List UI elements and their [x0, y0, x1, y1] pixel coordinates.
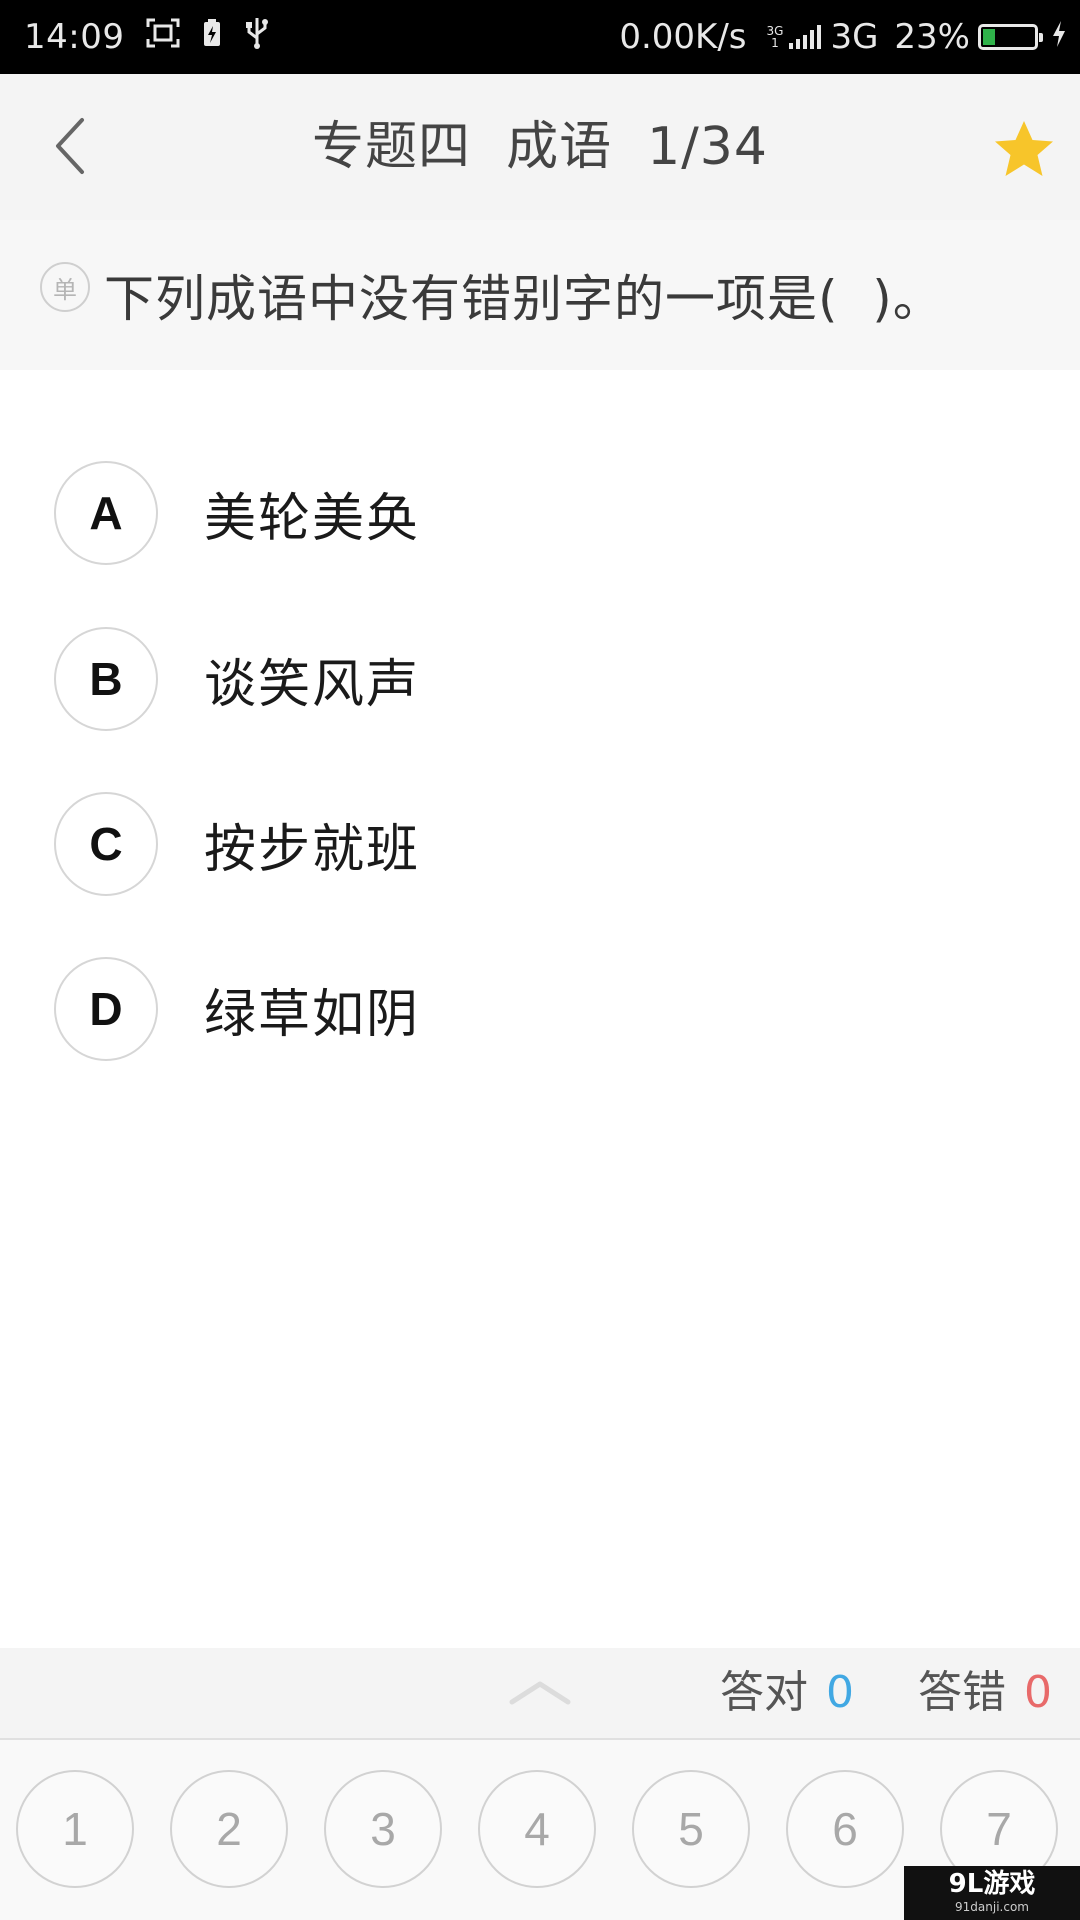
option-b[interactable]: B 谈笑风声	[54, 626, 420, 732]
correct-score: 答对 0	[720, 1648, 854, 1738]
page-title: 专题四 成语 1/34	[312, 117, 768, 177]
option-text: 绿草如阴	[204, 984, 421, 1045]
option-text: 谈笑风声	[204, 654, 421, 715]
question-number-button[interactable]: 1	[16, 1770, 134, 1888]
option-letter: B	[54, 627, 158, 731]
data-activity-indicator: 3G 1	[767, 25, 784, 49]
question-number-button[interactable]: 6	[786, 1770, 904, 1888]
watermark-url: 91danji.com	[955, 1900, 1029, 1914]
option-letter: D	[54, 957, 158, 1061]
status-right: 0.00K/s 3G 1 3G 23%	[619, 17, 1066, 57]
option-c[interactable]: C 按步就班	[54, 791, 420, 897]
battery-percent: 23%	[894, 17, 970, 57]
usb-icon	[244, 16, 270, 59]
watermark: 9L游戏 91danji.com	[904, 1866, 1080, 1920]
screenshot-icon	[146, 17, 180, 57]
header: 专题四 成语 1/34	[0, 74, 1080, 220]
option-letter: C	[54, 792, 158, 896]
option-letter: A	[54, 461, 158, 565]
favorite-button[interactable]	[992, 118, 1056, 182]
data-sim-label: 1	[771, 36, 779, 50]
option-text: 按步就班	[204, 819, 421, 880]
wrong-score: 答错 0	[918, 1648, 1052, 1738]
battery-saver-icon	[202, 17, 222, 57]
battery-fill	[983, 29, 995, 45]
watermark-logo: 9L游戏	[948, 1869, 1036, 1899]
question-text: 下列成语中没有错别字的一项是( )。	[104, 270, 944, 328]
question-number-button[interactable]: 2	[170, 1770, 288, 1888]
battery-icon	[978, 24, 1043, 50]
question-number-button[interactable]: 3	[324, 1770, 442, 1888]
status-left: 14:09	[24, 16, 270, 59]
wrong-count: 0	[1024, 1667, 1052, 1718]
network-type: 3G	[830, 17, 879, 57]
question-number-button[interactable]: 5	[632, 1770, 750, 1888]
expand-answer-sheet-button[interactable]	[508, 1672, 572, 1712]
answer-sheet-bar: 答对 0 答错 0	[0, 1648, 1080, 1740]
question-number-button[interactable]: 4	[478, 1770, 596, 1888]
option-a[interactable]: A 美轮美奂	[54, 460, 420, 566]
option-d[interactable]: D 绿草如阴	[54, 956, 420, 1062]
chevron-up-icon	[509, 1681, 571, 1705]
status-bar: 14:09 0.00K/s 3G 1 3G 23%	[0, 0, 1080, 74]
option-text: 美轮美奂	[204, 488, 421, 549]
correct-label: 答对	[720, 1667, 808, 1718]
question-block: 单 下列成语中没有错别字的一项是( )。	[0, 220, 1080, 370]
star-icon	[995, 121, 1053, 176]
correct-count: 0	[826, 1667, 854, 1718]
charging-icon	[1052, 17, 1066, 57]
question-type-badge: 单	[40, 262, 90, 312]
wrong-label: 答错	[918, 1667, 1006, 1718]
status-time: 14:09	[24, 17, 125, 57]
signal-strength-icon	[789, 25, 824, 49]
network-speed: 0.00K/s	[619, 17, 747, 57]
